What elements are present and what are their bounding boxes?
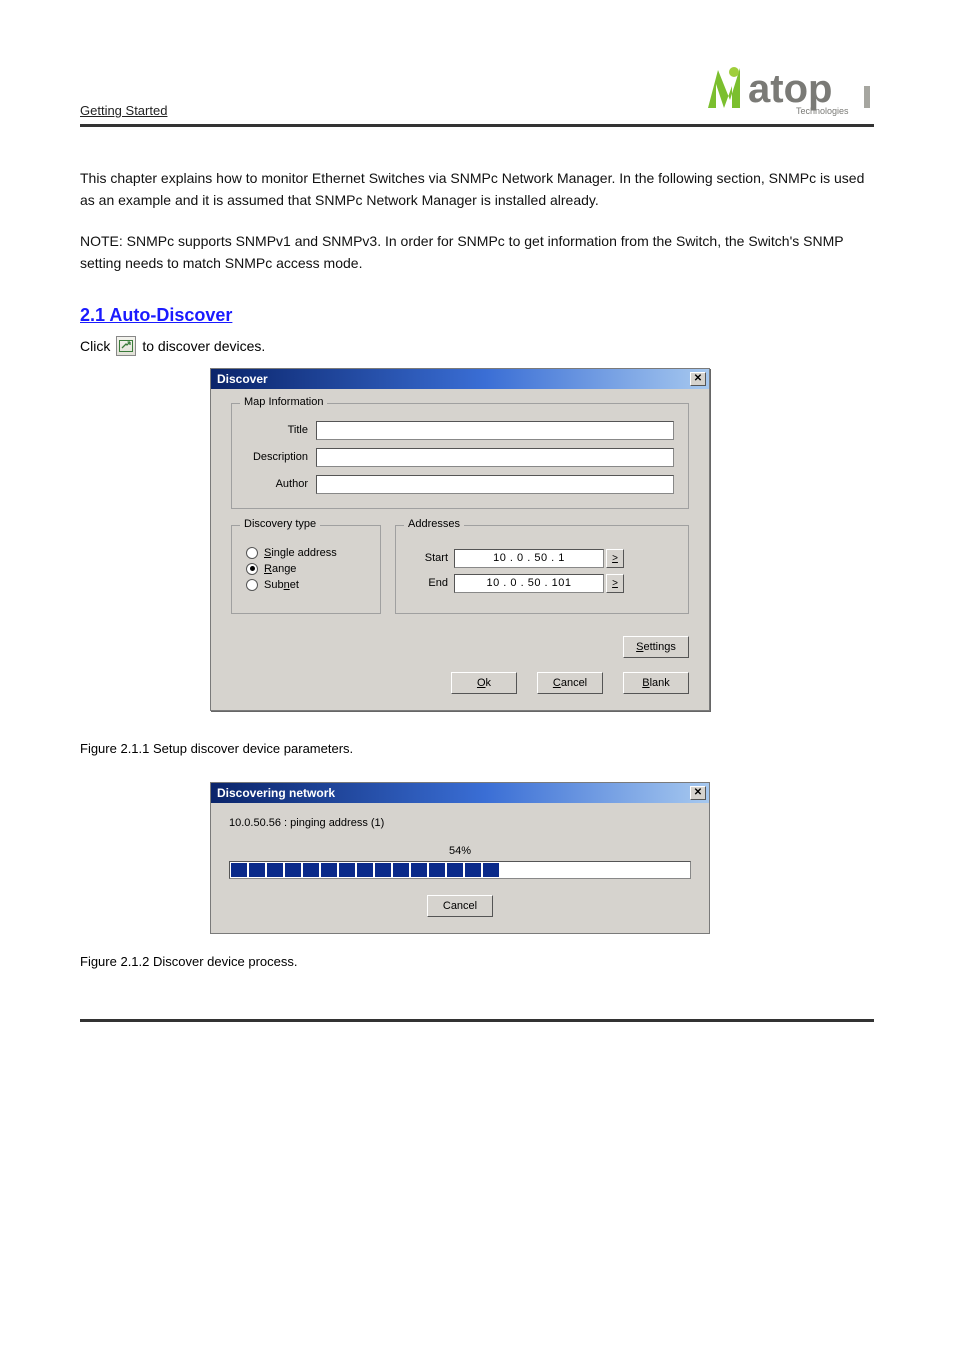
close-icon[interactable]: ✕ <box>690 372 706 386</box>
step1-prefix: Click <box>80 338 110 354</box>
radio-icon <box>246 547 258 559</box>
progress-bar <box>229 861 691 879</box>
discover-titlebar: Discover ✕ <box>211 369 709 389</box>
ok-button[interactable]: Ok <box>451 672 517 694</box>
radio-single-address[interactable]: Single address <box>246 547 366 559</box>
settings-button[interactable]: Settings <box>623 636 689 658</box>
logo-text-main: atop <box>748 67 832 111</box>
figure-caption-1: Figure 2.1.1 Setup discover device param… <box>80 741 874 756</box>
progress-percent: 54% <box>229 845 691 857</box>
radio-subnet[interactable]: Subnet <box>246 579 366 591</box>
addresses-group: Addresses Start 10 . 0 . 50 . 1 > End 10… <box>395 525 689 614</box>
end-label: End <box>410 577 454 589</box>
close-icon[interactable]: ✕ <box>690 786 706 800</box>
logo-text-sub: Technologies <box>796 106 849 116</box>
logo: atop Technologies <box>704 60 874 118</box>
radio-range[interactable]: Range <box>246 563 366 575</box>
start-ip-arrow-button[interactable]: > <box>606 549 624 568</box>
end-ip-arrow-button[interactable]: > <box>606 574 624 593</box>
start-label: Start <box>410 552 454 564</box>
end-ip-input[interactable]: 10 . 0 . 50 . 101 <box>454 574 604 593</box>
blank-button[interactable]: Blank <box>623 672 689 694</box>
discover-title: Discover <box>217 372 268 386</box>
step1-suffix: to discover devices. <box>142 338 265 354</box>
discovering-titlebar: Discovering network ✕ <box>211 783 709 803</box>
title-input[interactable] <box>316 421 674 440</box>
discover-dialog: Discover ✕ Map Information Title Descrip… <box>210 368 710 711</box>
start-ip-input[interactable]: 10 . 0 . 50 . 1 <box>454 549 604 568</box>
figure-caption-2: Figure 2.1.2 Discover device process. <box>80 954 874 969</box>
map-info-group: Map Information Title Description Author <box>231 403 689 509</box>
intro-paragraph-2: NOTE: SNMPc supports SNMPv1 and SNMPv3. … <box>80 230 874 275</box>
discover-toolbar-icon[interactable] <box>116 336 136 356</box>
map-info-legend: Map Information <box>240 396 327 408</box>
discovering-title: Discovering network <box>217 786 335 800</box>
discovery-type-legend: Discovery type <box>240 518 320 530</box>
title-label: Title <box>246 424 316 436</box>
discovering-dialog: Discovering network ✕ 10.0.50.56 : pingi… <box>210 782 710 934</box>
discovery-type-group: Discovery type Single address Range Subn… <box>231 525 381 614</box>
header-left-text: Getting Started <box>80 103 167 118</box>
author-input[interactable] <box>316 475 674 494</box>
header-rule <box>80 124 874 127</box>
step-1: Click to discover devices. <box>80 336 874 356</box>
radio-icon <box>246 579 258 591</box>
progress-status-text: 10.0.50.56 : pinging address (1) <box>229 817 691 829</box>
progress-cancel-button[interactable]: Cancel <box>427 895 493 917</box>
description-input[interactable] <box>316 448 674 467</box>
section-heading: 2.1 Auto-Discover <box>80 305 874 326</box>
intro-paragraph-1: This chapter explains how to monitor Eth… <box>80 167 874 212</box>
author-label: Author <box>246 478 316 490</box>
addresses-legend: Addresses <box>404 518 464 530</box>
radio-icon <box>246 563 258 575</box>
footer-rule <box>80 1019 874 1022</box>
description-label: Description <box>246 451 316 463</box>
cancel-button[interactable]: Cancel <box>537 672 603 694</box>
